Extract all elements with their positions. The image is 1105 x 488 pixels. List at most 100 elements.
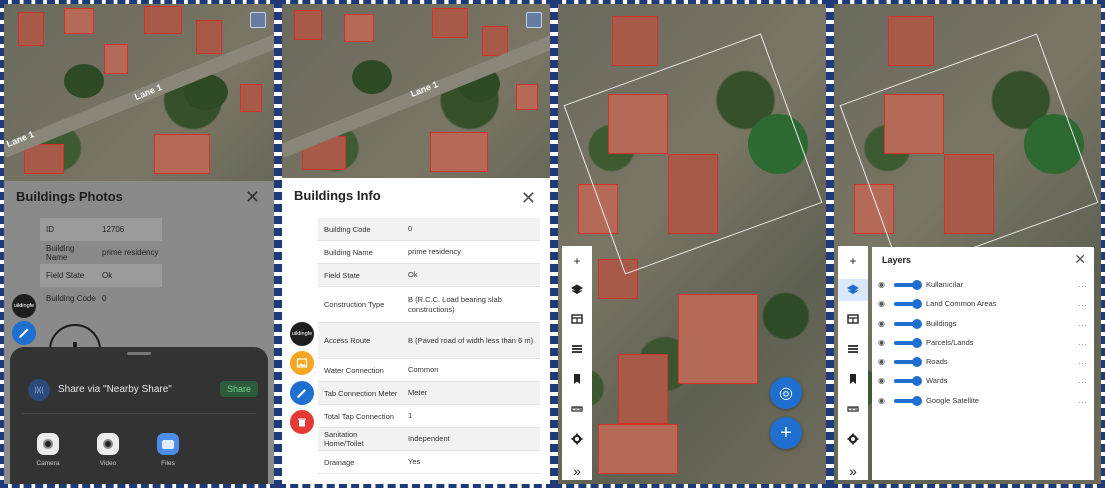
- building-footprint[interactable]: [64, 8, 94, 34]
- more-options-icon[interactable]: ...: [1078, 299, 1088, 308]
- building-footprint[interactable]: [612, 16, 658, 66]
- close-icon[interactable]: ✕: [245, 187, 260, 208]
- table-icon[interactable]: [838, 308, 868, 330]
- layer-toggle[interactable]: [894, 298, 922, 309]
- table-icon[interactable]: [562, 308, 592, 330]
- building-footprint[interactable]: [24, 144, 64, 174]
- layer-name: Land Common Areas: [926, 299, 997, 308]
- delete-button[interactable]: [290, 410, 314, 434]
- row-value: B (R.C.C. Load bearing slab construction…: [408, 294, 502, 314]
- building-footprint[interactable]: [240, 84, 262, 112]
- layer-row: ◉ Google Satellite...: [878, 391, 1088, 410]
- edit-button[interactable]: [12, 321, 36, 345]
- more-options-icon[interactable]: ...: [1078, 376, 1088, 385]
- close-icon[interactable]: ✕: [1074, 251, 1086, 268]
- share-app-video[interactable]: Video: [86, 433, 130, 467]
- building-footprint[interactable]: [196, 20, 222, 54]
- layer-toggle[interactable]: [894, 279, 922, 290]
- building-footprint[interactable]: [344, 14, 374, 42]
- building-footprint[interactable]: [482, 26, 508, 56]
- layer-toggle[interactable]: [894, 318, 922, 329]
- edit-button[interactable]: [290, 381, 314, 405]
- building-features-button[interactable]: uildingfe: [12, 294, 36, 318]
- row-label: Field State: [324, 270, 360, 280]
- summary-table: ID 12706 Building Name prime residency F…: [40, 218, 162, 310]
- ruler-icon[interactable]: [562, 398, 592, 420]
- panel-map-toolbar: + » ◎ +: [554, 0, 830, 488]
- drag-handle[interactable]: [127, 352, 151, 355]
- layer-row: ◉ Buildings...: [878, 314, 1088, 333]
- photos-button[interactable]: [290, 351, 314, 375]
- row-value: Ok: [102, 271, 113, 280]
- aerial-map[interactable]: [558, 4, 826, 484]
- building-footprint[interactable]: [294, 10, 322, 40]
- eye-icon[interactable]: ◉: [878, 376, 890, 385]
- more-options-icon[interactable]: ...: [1078, 280, 1088, 289]
- plus-icon[interactable]: +: [562, 250, 592, 272]
- bookmark-icon[interactable]: [838, 368, 868, 390]
- building-footprint[interactable]: [598, 424, 678, 474]
- table-row: Drainage Yes: [318, 451, 540, 474]
- building-footprint[interactable]: [678, 294, 758, 384]
- more-options-icon[interactable]: ...: [1078, 338, 1088, 347]
- row-value: Common: [408, 365, 439, 374]
- building-footprint[interactable]: [18, 12, 44, 46]
- layer-toggle[interactable]: [894, 337, 922, 348]
- building-footprint[interactable]: [618, 354, 668, 424]
- plus-icon[interactable]: +: [838, 250, 868, 272]
- locate-button[interactable]: ◎: [770, 377, 802, 409]
- expand-icon[interactable]: »: [838, 460, 868, 482]
- add-feature-button[interactable]: +: [770, 417, 802, 449]
- more-options-icon[interactable]: ...: [1078, 357, 1088, 366]
- trash-icon: [298, 418, 306, 427]
- layers-icon[interactable]: [838, 279, 868, 301]
- row-value: prime residency: [102, 248, 159, 257]
- share-button[interactable]: Share: [219, 381, 258, 397]
- eye-icon[interactable]: ◉: [878, 396, 890, 405]
- image-icon: [296, 358, 308, 368]
- building-footprint[interactable]: [430, 132, 488, 172]
- building-footprint[interactable]: [154, 134, 210, 174]
- eye-icon[interactable]: ◉: [878, 299, 890, 308]
- gear-icon[interactable]: [562, 428, 592, 450]
- row-value: Yes: [408, 457, 421, 466]
- layer-toggle[interactable]: [894, 375, 922, 386]
- list-icon[interactable]: [562, 338, 592, 360]
- ruler-icon[interactable]: [838, 398, 868, 420]
- building-footprint[interactable]: [516, 84, 538, 110]
- building-features-button[interactable]: uildingfe: [290, 322, 314, 346]
- layer-toggle[interactable]: [894, 356, 922, 367]
- layer-name: Parcels/Lands: [926, 338, 974, 347]
- layer-row: ◉ Land Common Areas...: [878, 294, 1088, 313]
- share-app-camera[interactable]: Camera: [26, 433, 70, 467]
- eye-icon[interactable]: ◉: [878, 280, 890, 289]
- app-label: Files: [161, 460, 175, 467]
- row-value: Meter: [408, 388, 428, 397]
- eye-icon[interactable]: ◉: [878, 319, 890, 328]
- tree-canopy: [64, 64, 104, 98]
- more-options-icon[interactable]: ...: [1078, 396, 1088, 405]
- row-label: Drainage: [324, 457, 355, 467]
- table-row: ID 12706: [40, 218, 162, 241]
- expand-icon[interactable]: »: [562, 460, 592, 482]
- close-icon[interactable]: ✕: [521, 188, 536, 209]
- building-footprint[interactable]: [432, 8, 468, 38]
- share-app-files[interactable]: Files: [146, 433, 190, 467]
- layer-toggle[interactable]: [894, 395, 922, 406]
- compass-button[interactable]: [250, 12, 266, 28]
- layer-name: Kullanıcılar: [926, 280, 964, 289]
- eye-icon[interactable]: ◉: [878, 357, 890, 366]
- table-row: Water Connection Common: [318, 359, 540, 382]
- building-footprint[interactable]: [104, 44, 128, 74]
- list-icon[interactable]: [838, 338, 868, 360]
- gear-icon[interactable]: [838, 428, 868, 450]
- layers-title: Layers: [882, 255, 912, 265]
- layers-icon[interactable]: [562, 279, 592, 301]
- eye-icon[interactable]: ◉: [878, 338, 890, 347]
- building-footprint[interactable]: [144, 6, 182, 34]
- bookmark-icon[interactable]: [562, 368, 592, 390]
- row-value: prime residency: [408, 247, 461, 256]
- compass-button[interactable]: [526, 12, 542, 28]
- more-options-icon[interactable]: ...: [1078, 319, 1088, 328]
- building-footprint[interactable]: [888, 16, 934, 66]
